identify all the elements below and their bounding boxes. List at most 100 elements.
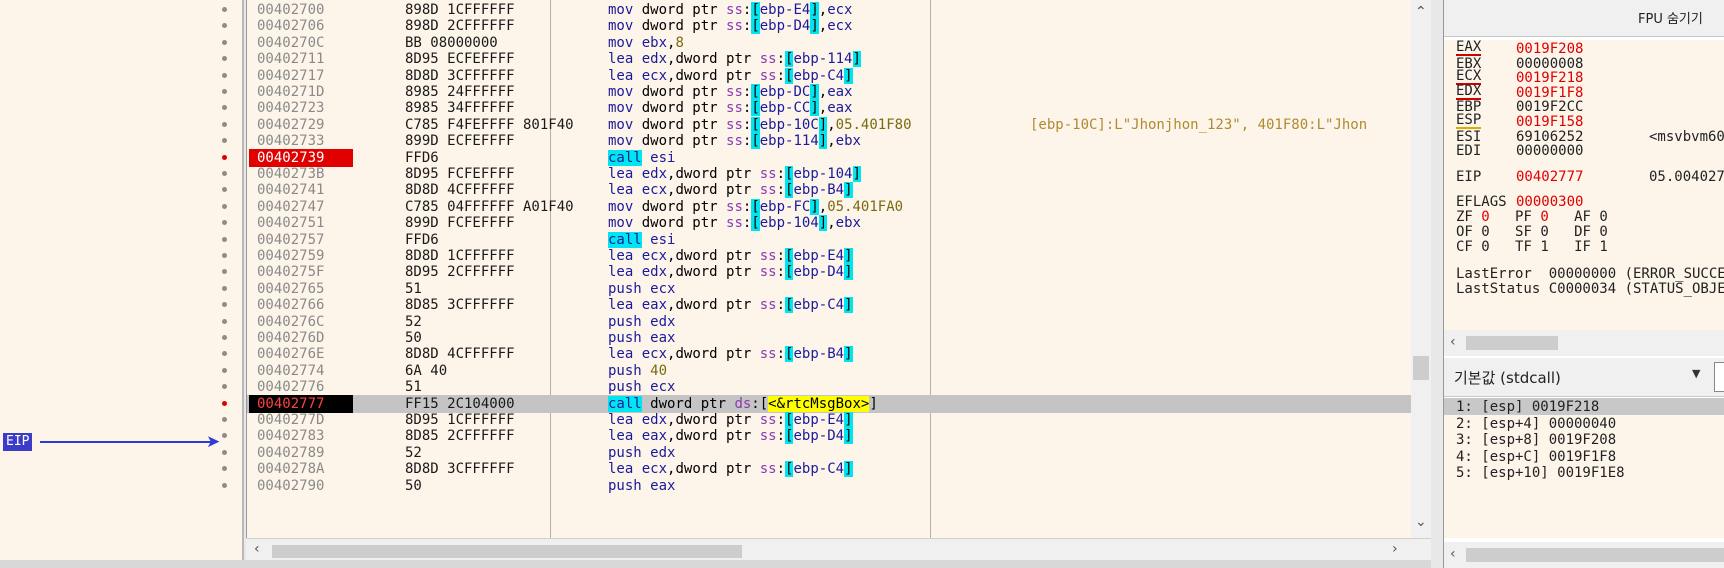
gutter-dot[interactable] [222, 253, 227, 258]
gutter-dot[interactable] [222, 23, 227, 29]
flag-value[interactable]: 1 [1599, 239, 1607, 255]
gutter-dot[interactable] [222, 121, 227, 127]
argument-count-spinner[interactable] [1714, 362, 1724, 392]
instruction-token: lea [608, 51, 634, 68]
gutter-dot[interactable] [222, 89, 227, 94]
disasm-row[interactable]: 00402739 FFD6 call esi [247, 148, 1412, 167]
gutter-dot[interactable] [222, 318, 227, 324]
gutter-dot[interactable] [222, 220, 227, 226]
scroll-up-icon[interactable]: ⌃ [1415, 4, 1427, 20]
disasm-row[interactable]: 00402729 C785 F4FEFFFF 801F40 mov dword pt… [247, 116, 1412, 134]
disasm-row[interactable]: 00402733 899D ECFEFFFF mov dword ptr ss:[e… [247, 132, 1412, 150]
flag-name: TF [1515, 239, 1532, 255]
horizontal-scroll-thumb[interactable] [1466, 336, 1558, 350]
disasm-row[interactable]: 00402717 8D8D 3CFFFFFF lea ecx,dword ptr s… [247, 67, 1412, 85]
pane-splitter[interactable] [1431, 0, 1443, 568]
disasm-row[interactable]: 00402759 8D8D 1CFFFFFF lea ecx,dword ptr s… [247, 247, 1412, 265]
disasm-row[interactable]: 00402757 FFD6 call esi [247, 231, 1412, 249]
gutter-dot[interactable] [222, 367, 227, 373]
breakpoint-dot[interactable] [222, 400, 227, 406]
disasm-row[interactable]: 0040273B 8D95 FCFEFFFF lea edx,dword ptr s… [247, 165, 1412, 183]
disasm-row[interactable]: 0040276D 50 push eax [247, 329, 1412, 347]
stack-argument-row[interactable]: 5: [esp+10] 0019F1E8 [1444, 464, 1724, 481]
scroll-left-icon[interactable]: ‹ [1450, 334, 1456, 350]
gutter-dot[interactable] [222, 285, 227, 291]
disasm-row[interactable]: 00402783 8D85 2CFFFFFF lea eax,dword ptr s… [247, 427, 1412, 445]
stack-argument-row[interactable]: 1: [esp] 0019F218 [1444, 398, 1724, 415]
horizontal-scroll-thumb[interactable] [272, 545, 742, 558]
gutter-dot[interactable] [222, 39, 227, 45]
gutter-dot[interactable] [222, 351, 227, 357]
disasm-row[interactable]: 0040277D 8D95 1CFFFFFF lea edx,dword ptr s… [247, 411, 1412, 429]
breakpoint-gutter[interactable] [0, 0, 244, 564]
instruction-token: ebp-114 [793, 51, 853, 68]
stack-argument-row[interactable]: 2: [esp+4] 00000040 [1444, 415, 1724, 432]
disasm-row[interactable]: 00402777 FF15 2C104000 call dword ptr ds:[… [247, 394, 1412, 413]
register-value[interactable]: 00402777 [1516, 168, 1583, 186]
gutter-dot[interactable] [222, 138, 227, 144]
gutter-dot[interactable] [222, 417, 227, 422]
instruction-token: ] [844, 461, 853, 478]
stack-horizontal-scrollbar[interactable]: ‹ [1444, 542, 1724, 568]
disasm-row[interactable]: 0040271D 8985 24FFFFFF mov dword ptr ss:[e… [247, 83, 1412, 101]
gutter-dot[interactable] [222, 449, 227, 455]
gutter-dot[interactable] [222, 171, 227, 176]
dropdown-arrow-icon[interactable]: ▼ [1692, 367, 1700, 380]
vertical-scroll-thumb[interactable] [1413, 356, 1429, 380]
disasm-row[interactable]: 0040276C 52 push edx [247, 313, 1412, 331]
gutter-dot[interactable] [222, 56, 227, 62]
gutter-dot[interactable] [222, 384, 227, 390]
registers-view[interactable]: EAX 0019F208 EBX 00000008 ECX 0019F218 EDX 0019… [1444, 40, 1724, 330]
scroll-left-icon[interactable]: ‹ [1450, 546, 1456, 562]
scroll-right-icon[interactable]: › [1392, 541, 1398, 557]
flag-value[interactable]: 1 [1540, 239, 1548, 255]
disasm-row[interactable]: 0040276E 8D8D 4CFFFFFF lea ecx,dword ptr s… [247, 345, 1412, 363]
instruction-bytes: BB 08000000 [405, 34, 498, 51]
instruction-token [633, 51, 641, 67]
calling-convention-dropdown[interactable]: 기본값 (stdcall) ▼ [1444, 358, 1724, 397]
gutter-dot[interactable] [222, 482, 227, 488]
gutter-dot[interactable] [222, 187, 227, 193]
disasm-row[interactable]: 0040278A 8D8D 3CFFFFFF lea ecx,dword ptr s… [247, 460, 1412, 478]
gutter-dot[interactable] [222, 236, 227, 242]
disasm-row[interactable]: 00402723 8985 34FFFFFF mov dword ptr ss:[e… [247, 99, 1412, 117]
disasm-row[interactable]: 00402747 C785 04FFFFFF A01F40 mov dword pt… [247, 198, 1412, 216]
stack-arguments-view[interactable]: 1: [esp] 0019F218 2: [esp+4] 00000040 3: [… [1444, 398, 1724, 538]
registers-horizontal-scrollbar[interactable]: ‹ [1444, 330, 1724, 356]
disasm-row[interactable]: 00402741 8D8D 4CFFFFFF lea ecx,dword ptr s… [247, 181, 1412, 199]
disasm-row[interactable]: 00402711 8D95 ECFEFFFF lea edx,dword ptr s… [247, 50, 1412, 68]
stack-argument-row[interactable]: 3: [esp+8] 0019F208 [1444, 431, 1724, 448]
gutter-dot[interactable] [222, 433, 227, 439]
gutter-dot[interactable] [222, 72, 227, 78]
scroll-down-icon[interactable]: ⌄ [1415, 514, 1427, 530]
disassembly-view[interactable]: 00402700 898D 1CFFFFFF mov dword ptr ss:[e… [246, 0, 1412, 538]
gutter-dot[interactable] [222, 105, 227, 111]
disassembly-horizontal-scrollbar[interactable]: ‹ › [246, 538, 1431, 561]
flag-value[interactable]: 0 [1481, 239, 1489, 255]
instruction-token: ,dword ptr [667, 51, 760, 68]
gutter-dot[interactable] [222, 7, 227, 12]
register-value[interactable]: 00000000 [1516, 142, 1583, 160]
hide-fpu-button[interactable]: FPU 숨기기 [1638, 8, 1703, 27]
disasm-row[interactable]: 0040275F 8D95 2CFFFFFF lea edx,dword ptr s… [247, 263, 1412, 281]
disassembly-vertical-scrollbar[interactable]: ⌃ ⌄ [1411, 0, 1431, 538]
disasm-row[interactable]: 0040270C BB 08000000 mov ebx,8 [247, 34, 1412, 52]
stack-argument-row[interactable]: 4: [esp+C] 0019F1F8 [1444, 448, 1724, 465]
gutter-dot[interactable] [222, 335, 227, 340]
disasm-row[interactable]: 00402706 898D 2CFFFFFF mov dword ptr ss:[e… [247, 17, 1412, 35]
disasm-row[interactable]: 00402789 52 push edx [247, 444, 1412, 462]
gutter-dot[interactable] [222, 203, 227, 209]
breakpoint-dot[interactable] [222, 154, 227, 160]
horizontal-scroll-thumb[interactable] [1466, 548, 1724, 562]
disasm-row[interactable]: 00402700 898D 1CFFFFFF mov dword ptr ss:[e… [247, 1, 1412, 19]
disasm-row[interactable]: 00402765 51 push ecx [247, 280, 1412, 298]
disasm-row[interactable]: 00402790 50 push eax [247, 477, 1412, 495]
scroll-left-icon[interactable]: ‹ [254, 541, 260, 557]
gutter-dot[interactable] [222, 269, 227, 275]
disasm-row[interactable]: 00402774 6A 40 push 40 [247, 362, 1412, 380]
gutter-dot[interactable] [222, 302, 227, 308]
disasm-row[interactable]: 00402751 899D FCFEFFFF mov dword ptr ss:[e… [247, 214, 1412, 232]
disasm-row[interactable]: 00402766 8D85 3CFFFFFF lea eax,dword ptr s… [247, 296, 1412, 314]
disasm-row[interactable]: 00402776 51 push ecx [247, 378, 1412, 396]
gutter-dot[interactable] [222, 466, 227, 472]
